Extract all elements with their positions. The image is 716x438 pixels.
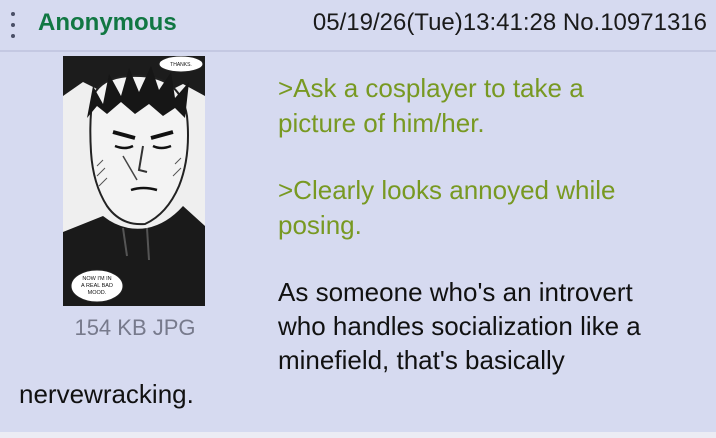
manga-panel-image: THANKS. NOW I'M IN A REAL BAD MOOD. (63, 56, 205, 306)
post-body-line: nervewracking. (19, 379, 194, 409)
post-datetime: 05/19/26(Tue)13:41:28 (312, 9, 557, 36)
post-image-thumbnail[interactable]: THANKS. NOW I'M IN A REAL BAD MOOD. (63, 56, 205, 306)
greentext-line: >Clearly looks annoyed while (278, 175, 616, 205)
post: Anonymous 05/19/26(Tue)13:41:28 No.10971… (0, 0, 716, 432)
poster-name: Anonymous (38, 9, 177, 36)
svg-text:A REAL BAD: A REAL BAD (81, 283, 113, 289)
post-divider (0, 432, 716, 438)
svg-text:NOW I'M IN: NOW I'M IN (82, 276, 111, 282)
speech-bubble-thanks: THANKS. (170, 62, 192, 68)
greentext-line: picture of him/her. (278, 108, 485, 138)
file-info[interactable]: 154 KB JPG (62, 315, 208, 341)
svg-text:MOOD.: MOOD. (88, 290, 107, 296)
vertical-ellipsis-menu-icon[interactable] (10, 12, 16, 38)
post-body-line: minefield, that's basically (278, 345, 565, 375)
post-header: Anonymous 05/19/26(Tue)13:41:28 No.10971… (0, 0, 716, 52)
post-meta[interactable]: 05/19/26(Tue)13:41:28 No.10971316 (313, 9, 707, 37)
greentext-line: posing. (278, 210, 362, 240)
post-body-line: who handles socialization like a (278, 311, 641, 341)
post-body-line: As someone who's an introvert (278, 277, 633, 307)
greentext-line: >Ask a cosplayer to take a (278, 73, 584, 103)
post-number[interactable]: No.10971316 (563, 9, 707, 36)
